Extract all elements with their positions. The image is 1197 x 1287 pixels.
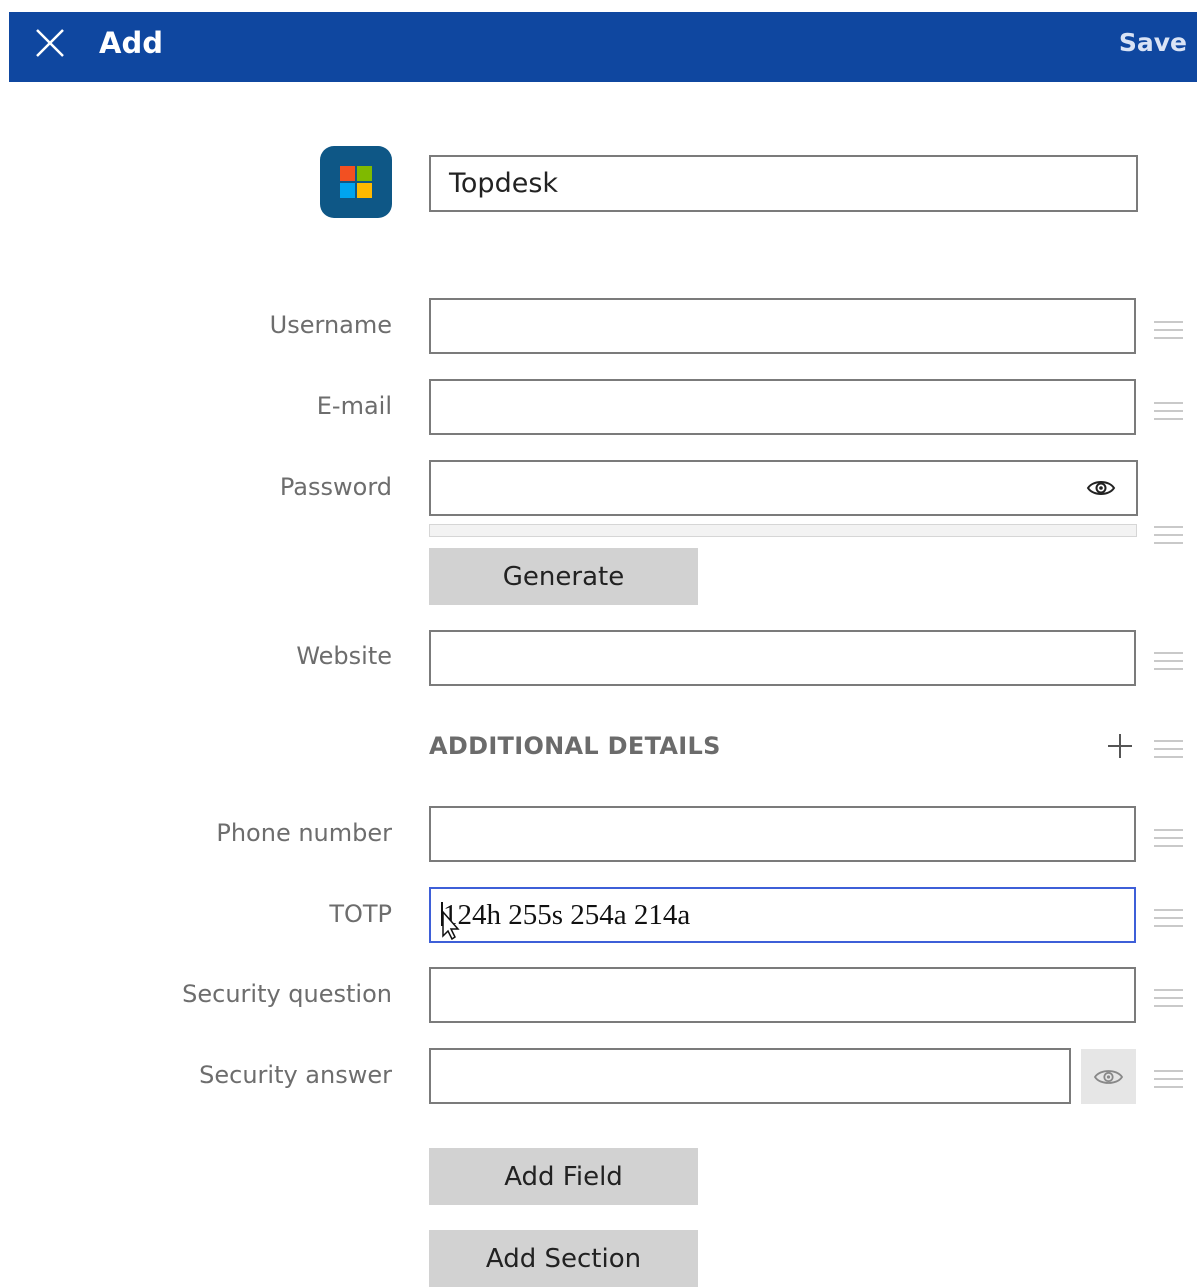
totp-input[interactable]: 124h 255s 254a 214a	[429, 887, 1136, 943]
close-button[interactable]	[31, 24, 71, 64]
phone-number-drag-handle[interactable]	[1154, 829, 1183, 847]
username-input[interactable]	[429, 298, 1136, 354]
mouse-cursor-icon	[440, 900, 462, 941]
website-label: Website	[296, 642, 392, 670]
save-button[interactable]: Save	[1119, 28, 1187, 57]
additional-details-heading: ADDITIONAL DETAILS	[429, 732, 721, 760]
email-drag-handle[interactable]	[1154, 402, 1183, 420]
phone-number-input[interactable]	[429, 806, 1136, 862]
password-drag-handle[interactable]	[1154, 526, 1183, 544]
security-question-drag-handle[interactable]	[1154, 989, 1183, 1007]
entry-title-value: Topdesk	[449, 168, 559, 199]
plus-icon	[1108, 734, 1132, 758]
add-section-button[interactable]: Add Section	[429, 1230, 698, 1287]
username-label: Username	[269, 311, 392, 339]
page-title: Add	[99, 26, 163, 60]
eye-icon	[1093, 1070, 1124, 1084]
password-label: Password	[279, 473, 392, 501]
security-answer-input[interactable]	[429, 1048, 1071, 1104]
add-detail-button[interactable]	[1106, 732, 1134, 760]
password-strength-bar	[429, 524, 1137, 537]
totp-drag-handle[interactable]	[1154, 909, 1183, 927]
security-question-input[interactable]	[429, 967, 1136, 1023]
username-drag-handle[interactable]	[1154, 321, 1183, 339]
website-drag-handle[interactable]	[1154, 652, 1183, 670]
eye-icon	[1086, 481, 1116, 495]
header-bar: Add Save	[9, 12, 1197, 82]
website-input[interactable]	[429, 630, 1136, 686]
security-answer-label: Security answer	[199, 1061, 392, 1089]
section-drag-handle[interactable]	[1154, 740, 1183, 758]
close-icon	[36, 29, 64, 57]
email-input[interactable]	[429, 379, 1136, 435]
add-field-button[interactable]: Add Field	[429, 1148, 698, 1205]
security-answer-reveal-button[interactable]	[1081, 1049, 1136, 1104]
phone-number-label: Phone number	[216, 819, 392, 847]
totp-value: 124h 255s 254a 214a	[443, 898, 691, 931]
entry-title-input[interactable]: Topdesk	[429, 155, 1138, 212]
security-question-label: Security question	[182, 980, 392, 1008]
entry-icon-button[interactable]	[320, 146, 392, 218]
email-label: E-mail	[316, 392, 392, 420]
password-input[interactable]	[429, 460, 1138, 516]
security-answer-drag-handle[interactable]	[1154, 1070, 1183, 1088]
password-reveal-button[interactable]	[1086, 477, 1116, 504]
generate-password-button[interactable]: Generate	[429, 548, 698, 605]
totp-label: TOTP	[329, 900, 392, 928]
